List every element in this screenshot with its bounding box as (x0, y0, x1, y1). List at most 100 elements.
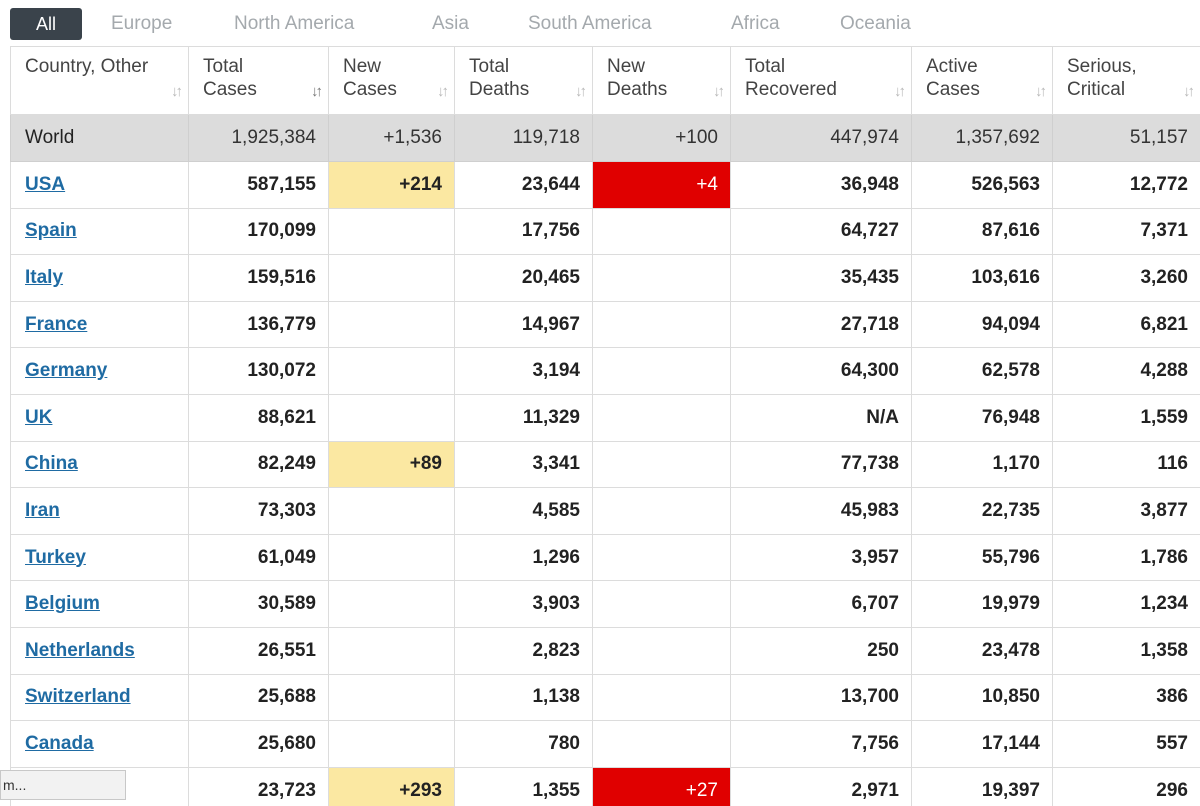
tab-asia[interactable]: Asia (432, 8, 469, 40)
column-header-new-deaths[interactable]: New Deaths↓↑ (593, 47, 731, 115)
country-link[interactable]: Netherlands (25, 640, 135, 661)
country-link[interactable]: Switzerland (25, 686, 131, 707)
total-recovered-cell: 250 (731, 627, 912, 674)
new-deaths-cell: +27 (593, 767, 731, 806)
tab-europe[interactable]: Europe (111, 8, 172, 40)
new-cases-cell (329, 581, 455, 628)
total-deaths-cell: 17,756 (455, 208, 593, 255)
total-recovered-cell: N/A (731, 394, 912, 441)
column-header-new-cases[interactable]: New Cases↓↑ (329, 47, 455, 115)
country-link[interactable]: Italy (25, 267, 63, 288)
active-cases-cell: 1,170 (912, 441, 1053, 488)
total-cases-cell: 26,551 (189, 627, 329, 674)
country-link[interactable]: China (25, 453, 78, 474)
serious-critical-cell: 1,559 (1053, 394, 1200, 441)
new-cases-cell (329, 627, 455, 674)
total-recovered-cell: 6,707 (731, 581, 912, 628)
total-deaths-cell: 2,823 (455, 627, 593, 674)
tab-north-america[interactable]: North America (234, 8, 354, 40)
table-row: Spain 170,099 17,756 64,727 87,616 7,371 (11, 208, 1200, 255)
total-recovered-cell: 13,700 (731, 674, 912, 721)
total-recovered-cell: 64,300 (731, 348, 912, 395)
total-recovered-cell: 7,756 (731, 721, 912, 768)
total-recovered-cell: 2,971 (731, 767, 912, 806)
column-label: New Deaths (607, 55, 720, 101)
column-header-active-cases[interactable]: Active Cases↓↑ (912, 47, 1053, 115)
serious-critical-cell: 1,786 (1053, 534, 1200, 581)
serious-critical-cell: 1,358 (1053, 627, 1200, 674)
serious-critical-cell: 4,288 (1053, 348, 1200, 395)
active-cases-cell: 23,478 (912, 627, 1053, 674)
country-link[interactable]: Spain (25, 220, 77, 241)
country-link[interactable]: UK (25, 407, 52, 428)
table-row: UK 88,621 11,329 N/A 76,948 1,559 (11, 394, 1200, 441)
total-recovered-cell: 35,435 (731, 255, 912, 302)
active-cases-cell: 19,979 (912, 581, 1053, 628)
new-cases-cell (329, 301, 455, 348)
serious-critical-cell: 7,371 (1053, 208, 1200, 255)
sort-icon: ↓↑ (894, 80, 903, 103)
total-cases-cell: 159,516 (189, 255, 329, 302)
sort-icon: ↓↑ (1183, 80, 1192, 103)
column-header-total-deaths[interactable]: Total Deaths↓↑ (455, 47, 593, 115)
new-deaths-cell (593, 255, 731, 302)
country-link[interactable]: Turkey (25, 547, 86, 568)
table-row: Iran 73,303 4,585 45,983 22,735 3,877 (11, 488, 1200, 535)
world-new-cases: +1,536 (329, 115, 455, 162)
total-recovered-cell: 3,957 (731, 534, 912, 581)
column-label: Active Cases (926, 55, 1042, 101)
tab-all[interactable]: All (10, 8, 82, 40)
column-header-serious-critical[interactable]: Serious, Critical↓↑ (1053, 47, 1200, 115)
total-deaths-cell: 11,329 (455, 394, 593, 441)
column-label: Total Recovered (745, 55, 901, 101)
total-deaths-cell: 4,585 (455, 488, 593, 535)
world-total-cases: 1,925,384 (189, 115, 329, 162)
active-cases-cell: 76,948 (912, 394, 1053, 441)
new-cases-cell (329, 394, 455, 441)
total-cases-cell: 587,155 (189, 162, 329, 209)
serious-critical-cell: 296 (1053, 767, 1200, 806)
new-cases-cell (329, 348, 455, 395)
country-link[interactable]: France (25, 314, 87, 335)
column-header-country[interactable]: Country, Other↓↑ (11, 47, 189, 115)
serious-critical-cell: 3,260 (1053, 255, 1200, 302)
country-link[interactable]: USA (25, 174, 65, 195)
tab-oceania[interactable]: Oceania (840, 8, 911, 40)
serious-critical-cell: 3,877 (1053, 488, 1200, 535)
world-serious-critical: 51,157 (1053, 115, 1200, 162)
new-cases-cell (329, 721, 455, 768)
table-row: Canada 25,680 780 7,756 17,144 557 (11, 721, 1200, 768)
serious-critical-cell: 557 (1053, 721, 1200, 768)
table-row: China 82,249 +89 3,341 77,738 1,170 116 (11, 441, 1200, 488)
column-header-total-cases[interactable]: Total Cases↓↑ (189, 47, 329, 115)
table-row: Belgium 30,589 3,903 6,707 19,979 1,234 (11, 581, 1200, 628)
total-cases-cell: 88,621 (189, 394, 329, 441)
total-deaths-cell: 1,296 (455, 534, 593, 581)
table-row: Netherlands 26,551 2,823 250 23,478 1,35… (11, 627, 1200, 674)
total-cases-cell: 61,049 (189, 534, 329, 581)
column-label: Serious, Critical (1067, 55, 1190, 101)
country-link[interactable]: Belgium (25, 593, 100, 614)
tab-africa[interactable]: Africa (731, 8, 780, 40)
total-cases-cell: 25,688 (189, 674, 329, 721)
total-recovered-cell: 64,727 (731, 208, 912, 255)
country-link[interactable]: Iran (25, 500, 60, 521)
active-cases-cell: 22,735 (912, 488, 1053, 535)
column-header-total-recovered[interactable]: Total Recovered↓↑ (731, 47, 912, 115)
total-cases-cell: 25,680 (189, 721, 329, 768)
new-deaths-cell (593, 488, 731, 535)
country-link[interactable]: Germany (25, 360, 107, 381)
table-row: 23,723 +293 1,355 +27 2,971 19,397 296 (11, 767, 1200, 806)
total-recovered-cell: 45,983 (731, 488, 912, 535)
sort-icon: ↓↑ (437, 80, 446, 103)
sort-icon: ↓↑ (575, 80, 584, 103)
active-cases-cell: 17,144 (912, 721, 1053, 768)
active-cases-cell: 526,563 (912, 162, 1053, 209)
tab-south-america[interactable]: South America (528, 8, 652, 40)
country-link[interactable]: Canada (25, 733, 94, 754)
serious-critical-cell: 12,772 (1053, 162, 1200, 209)
world-new-deaths: +100 (593, 115, 731, 162)
table-header-row: Country, Other↓↑ Total Cases↓↑ New Cases… (11, 47, 1200, 115)
region-tabs: All Europe North America Asia South Amer… (0, 0, 1200, 46)
new-deaths-cell (593, 348, 731, 395)
